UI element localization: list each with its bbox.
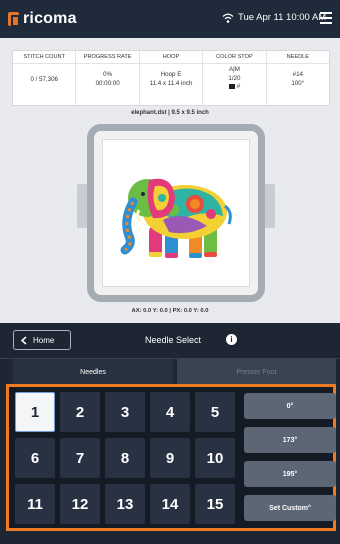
- hoop-name: Hoop E: [160, 71, 182, 78]
- needle-button-3[interactable]: 3: [105, 392, 145, 432]
- home-button[interactable]: Home: [13, 330, 71, 350]
- color-stop-code: #: [236, 83, 241, 90]
- ricoma-logo: ricoma: [8, 10, 77, 28]
- color-swatch-icon: [228, 83, 235, 89]
- needle-selection-area: 1 2 3 4 5 6 7 8 9 10 11 12 13 14 15 0° 1…: [6, 384, 336, 531]
- chevron-left-icon: [20, 335, 27, 345]
- tab-presser-foot[interactable]: Presser Foot: [177, 359, 336, 385]
- hamburger-menu-icon[interactable]: [320, 12, 332, 24]
- home-label: Home: [33, 335, 55, 345]
- needle-button-1[interactable]: 1: [15, 392, 55, 432]
- datetime: Tue Apr 11 10:00 AM: [238, 12, 327, 23]
- progress-time: 00:00:00: [95, 79, 120, 87]
- stat-label: NEEDLE: [266, 51, 330, 64]
- stat-color-stop: COLOR STOP A|M 1/20 #: [203, 51, 267, 105]
- needle-select-panel: Home Needle Select i Needles Presser Foo…: [0, 323, 340, 544]
- angle-195-button[interactable]: 195°: [244, 461, 336, 487]
- info-icon[interactable]: i: [226, 334, 237, 345]
- needle-button-13[interactable]: 13: [105, 484, 145, 524]
- needle-number: #14: [292, 71, 303, 78]
- hoop-frame: [87, 124, 265, 302]
- stitch-count-value: 0 / 57,306: [30, 76, 58, 83]
- needle-button-14[interactable]: 14: [150, 484, 190, 524]
- angle-0-button[interactable]: 0°: [244, 393, 336, 419]
- progress-percent: 0%: [103, 71, 113, 78]
- wifi-icon: [222, 13, 234, 23]
- stat-label: COLOR STOP: [203, 51, 266, 64]
- top-bar: ricoma Tue Apr 11 10:00 AM: [0, 0, 340, 38]
- hoop-size: 11.4 x 11.4 inch: [149, 79, 193, 87]
- stat-progress-rate: PROGRESS RATE 0% 00:00:00: [76, 51, 140, 105]
- stat-label: STITCH COUNT: [13, 51, 76, 64]
- needle-button-6[interactable]: 6: [15, 438, 55, 478]
- stat-label: HOOP: [139, 51, 203, 64]
- needle-button-7[interactable]: 7: [60, 438, 100, 478]
- needle-button-15[interactable]: 15: [195, 484, 235, 524]
- design-info: elephant.dst | 9.5 x 9.5 inch: [131, 110, 209, 116]
- stat-stitch-count: STITCH COUNT 0 / 57,306: [13, 51, 77, 105]
- brand-name: ricoma: [23, 10, 77, 27]
- needle-button-9[interactable]: 9: [150, 438, 190, 478]
- panel-title: Needle Select: [145, 335, 202, 345]
- logo-mark-icon: [8, 12, 20, 27]
- needle-button-4[interactable]: 4: [150, 392, 190, 432]
- needle-button-5[interactable]: 5: [195, 392, 235, 432]
- position-readout: AX: 0.0 Y: 0.0 | PX: 0.0 Y: 0.0: [131, 308, 209, 314]
- design-preview: [102, 139, 250, 287]
- needle-button-10[interactable]: 10: [195, 438, 235, 478]
- color-stop-mode: A|M: [228, 66, 240, 73]
- color-stop-count: 1/20: [228, 74, 241, 82]
- stats-table: STITCH COUNT 0 / 57,306 PROGRESS RATE 0%…: [12, 50, 330, 106]
- tab-needles[interactable]: Needles: [13, 359, 173, 385]
- needle-button-11[interactable]: 11: [15, 484, 55, 524]
- needle-button-2[interactable]: 2: [60, 392, 100, 432]
- needle-angle: 100°: [291, 79, 305, 87]
- angle-173-button[interactable]: 173°: [244, 427, 336, 453]
- elephant-design-image: [120, 178, 232, 258]
- set-custom-angle-button[interactable]: Set Custom°: [244, 495, 336, 521]
- stat-label: PROGRESS RATE: [76, 51, 139, 64]
- needle-button-8[interactable]: 8: [105, 438, 145, 478]
- stat-hoop: HOOP Hoop E 11.4 x 11.4 inch: [139, 51, 204, 105]
- needle-button-12[interactable]: 12: [60, 484, 100, 524]
- stat-needle: NEEDLE #14 100°: [266, 51, 330, 105]
